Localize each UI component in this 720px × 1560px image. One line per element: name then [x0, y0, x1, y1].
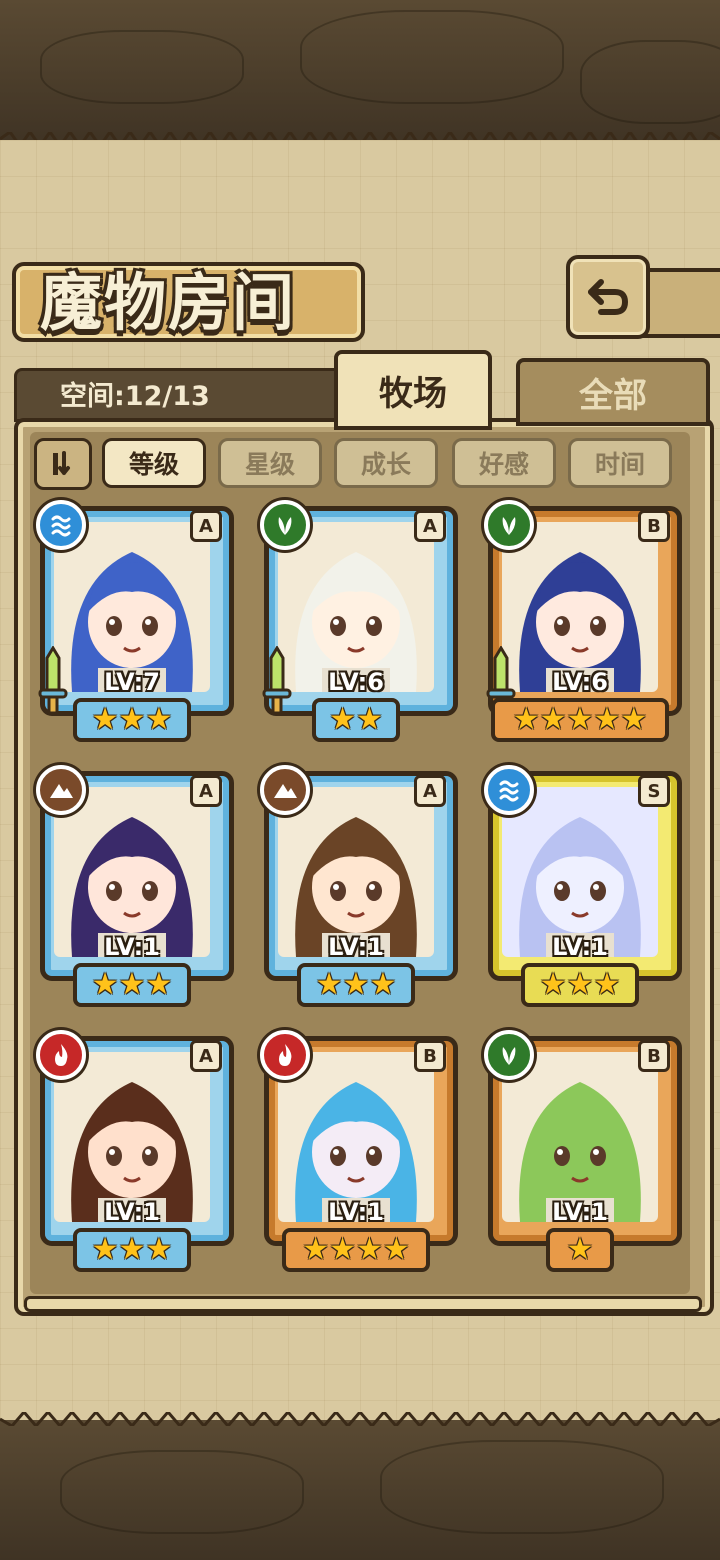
fire-element-icon [36, 1030, 86, 1080]
monster-portrait [502, 787, 658, 957]
star-icon: ★ [118, 702, 146, 737]
monster-portrait [502, 522, 658, 692]
monster-level: LV:1 [552, 933, 608, 961]
monster-level: LV:6 [552, 668, 608, 696]
rank-badge: A [190, 510, 222, 542]
monster-level: LV:1 [328, 933, 384, 961]
panel-bottom-rail [24, 1296, 702, 1312]
star-icon: ★ [145, 702, 173, 737]
sort-order-icon [53, 451, 70, 475]
monster-level: LV:1 [328, 1198, 384, 1226]
star-icon: ★ [356, 1232, 383, 1267]
star-icon: ★ [512, 702, 540, 737]
page-title: 魔物房间 [40, 266, 297, 339]
star-rating: ★ ★ ★ [73, 698, 191, 742]
monster-level: LV:1 [552, 1198, 608, 1226]
grass-element-icon [484, 500, 534, 550]
star-icon: ★ [329, 1232, 356, 1267]
monster-level: LV:6 [328, 668, 384, 696]
fire-element-icon [260, 1030, 310, 1080]
star-rating: ★ ★ ★ [73, 963, 191, 1007]
star-icon: ★ [342, 967, 370, 1002]
star-icon: ★ [356, 702, 383, 737]
rank-badge: S [638, 775, 670, 807]
back-button[interactable] [566, 255, 650, 339]
monster-card[interactable]: B LV:1 ★ ★ ★ ★ [258, 1030, 458, 1272]
bottom-torn-edge [0, 1412, 720, 1426]
monster-card[interactable]: B LV:6 ★ ★ ★ ★ ★ [482, 500, 682, 742]
star-icon: ★ [539, 967, 567, 1002]
grass-element-icon [484, 1030, 534, 1080]
water-element-icon [484, 765, 534, 815]
star-icon: ★ [593, 967, 621, 1002]
monster-card[interactable]: B LV:1 ★ [482, 1030, 682, 1272]
rank-badge: B [414, 1040, 446, 1072]
sort-by-level-button[interactable]: 等级 [102, 438, 206, 488]
monster-portrait [278, 522, 434, 692]
monster-card[interactable]: A LV:1 ★ ★ ★ [34, 1030, 234, 1272]
rank-badge: B [638, 510, 670, 542]
monster-card[interactable]: A LV:1 ★ ★ ★ [258, 765, 458, 1007]
top-background [0, 0, 720, 145]
monster-portrait [502, 1052, 658, 1222]
star-rating: ★ ★ ★ [521, 963, 639, 1007]
star-rating: ★ ★ ★ ★ [282, 1228, 430, 1272]
monster-level: LV:1 [104, 933, 160, 961]
tab-pasture[interactable]: 牧场 [334, 350, 492, 430]
star-rating: ★ [546, 1228, 614, 1272]
earth-element-icon [260, 765, 310, 815]
star-icon: ★ [302, 1232, 330, 1267]
monster-card[interactable]: A LV:7 ★ ★ ★ [34, 500, 234, 742]
star-icon: ★ [620, 702, 648, 737]
star-icon: ★ [118, 1232, 146, 1267]
monster-portrait [54, 1052, 210, 1222]
tab-all[interactable]: 全部 [516, 358, 710, 426]
star-icon: ★ [145, 1232, 173, 1267]
star-icon: ★ [382, 1232, 410, 1267]
star-icon: ★ [145, 967, 173, 1002]
star-icon: ★ [329, 702, 356, 737]
monster-card[interactable]: S LV:1 ★ ★ ★ [482, 765, 682, 1007]
monster-portrait [54, 522, 210, 692]
capacity-label: 空间:12/13 [60, 381, 210, 412]
sort-by-growth-button[interactable]: 成长 [334, 438, 438, 488]
return-arrow-icon [588, 279, 629, 315]
rank-badge: A [414, 775, 446, 807]
star-icon: ★ [539, 702, 567, 737]
monster-card[interactable]: A LV:6 ★ ★ [258, 500, 458, 742]
star-rating: ★ ★ ★ [297, 963, 415, 1007]
monster-level: LV:7 [104, 668, 160, 696]
star-rating: ★ ★ [312, 698, 400, 742]
rank-badge: A [190, 775, 222, 807]
sort-by-stars-button[interactable]: 星级 [218, 438, 322, 488]
monster-card[interactable]: A LV:1 ★ ★ ★ [34, 765, 234, 1007]
star-icon: ★ [566, 967, 594, 1002]
rank-badge: A [190, 1040, 222, 1072]
monster-level: LV:1 [104, 1198, 160, 1226]
star-icon: ★ [118, 967, 146, 1002]
sort-by-time-button[interactable]: 时间 [568, 438, 672, 488]
star-icon: ★ [566, 1232, 594, 1267]
star-icon: ★ [315, 967, 343, 1002]
star-icon: ★ [91, 702, 119, 737]
sort-order-toggle[interactable] [34, 438, 92, 490]
star-icon: ★ [593, 702, 621, 737]
rank-badge: A [414, 510, 446, 542]
sort-bar: 等级 星级 成长 好感 时间 [34, 438, 684, 490]
star-icon: ★ [566, 702, 594, 737]
water-element-icon [36, 500, 86, 550]
star-icon: ★ [91, 967, 119, 1002]
star-icon: ★ [91, 1232, 119, 1267]
star-rating: ★ ★ ★ [73, 1228, 191, 1272]
monster-portrait [278, 1052, 434, 1222]
monster-portrait [54, 787, 210, 957]
sort-by-affection-button[interactable]: 好感 [452, 438, 556, 488]
rank-badge: B [638, 1040, 670, 1072]
earth-element-icon [36, 765, 86, 815]
star-icon: ★ [369, 967, 397, 1002]
bottom-background [0, 1420, 720, 1560]
monster-portrait [278, 787, 434, 957]
star-rating: ★ ★ ★ ★ ★ [491, 698, 669, 742]
grass-element-icon [260, 500, 310, 550]
